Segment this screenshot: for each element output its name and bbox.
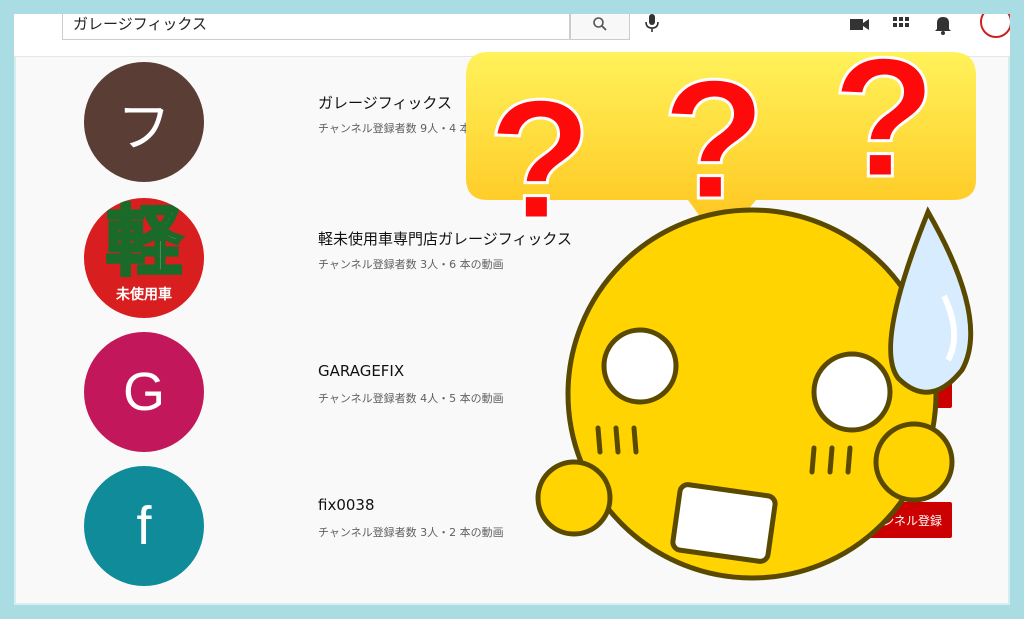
channel-name[interactable]: 軽未使用車専門店ガレージフィックス [318, 228, 572, 249]
channel-row[interactable]: f fix0038 チャンネル登録者数 3人・2 本の動画 ャンネル登録 [14, 466, 1010, 586]
apps-grid-icon[interactable] [890, 14, 912, 36]
channel-avatar[interactable]: フ [84, 62, 204, 182]
account-avatar[interactable] [980, 14, 1010, 38]
channel-name[interactable]: ガレージフィックス [318, 92, 452, 113]
channel-meta: チャンネル登録者数 9人・4 本 [318, 122, 471, 135]
channel-row[interactable]: 軽 未使用車 軽未使用車専門店ガレージフィックス チャンネル登録者数 3人・6 … [14, 198, 1010, 318]
channel-avatar[interactable]: G [84, 332, 204, 452]
channel-avatar[interactable]: f [84, 466, 204, 586]
channel-name[interactable]: GARAGEFIX [318, 362, 404, 380]
video-camera-icon[interactable] [848, 14, 870, 36]
subscribe-button[interactable]: ャンネル登録 [844, 502, 952, 538]
channel-row[interactable]: フ ガレージフィックス チャンネル登録者数 9人・4 本 [14, 62, 1010, 182]
search-button[interactable] [570, 14, 630, 40]
channel-avatar[interactable]: 軽 未使用車 [84, 198, 204, 318]
channel-meta: チャンネル登録者数 3人・2 本の動画 [318, 526, 504, 539]
search-icon [593, 17, 607, 31]
subscribe-button[interactable] [844, 372, 952, 408]
top-bar: ガレージフィックス [14, 14, 1010, 57]
channel-row[interactable]: G GARAGEFIX チャンネル登録者数 4人・5 本の動画 [14, 332, 1010, 452]
search-input[interactable]: ガレージフィックス [62, 14, 570, 40]
channel-meta: チャンネル登録者数 3人・6 本の動画 [318, 258, 504, 271]
channel-meta: チャンネル登録者数 4人・5 本の動画 [318, 392, 504, 405]
avatar-kanji: 軽 [105, 199, 184, 287]
avatar-subtext: 未使用車 [116, 286, 172, 302]
mic-icon[interactable] [642, 14, 662, 36]
channel-name[interactable]: fix0038 [318, 496, 375, 514]
bell-icon[interactable] [932, 14, 954, 36]
screenshot-frame: ガレージフィックス フ ガレージフィックス チャンネル登録者数 9人・4 本 軽… [14, 14, 1010, 605]
